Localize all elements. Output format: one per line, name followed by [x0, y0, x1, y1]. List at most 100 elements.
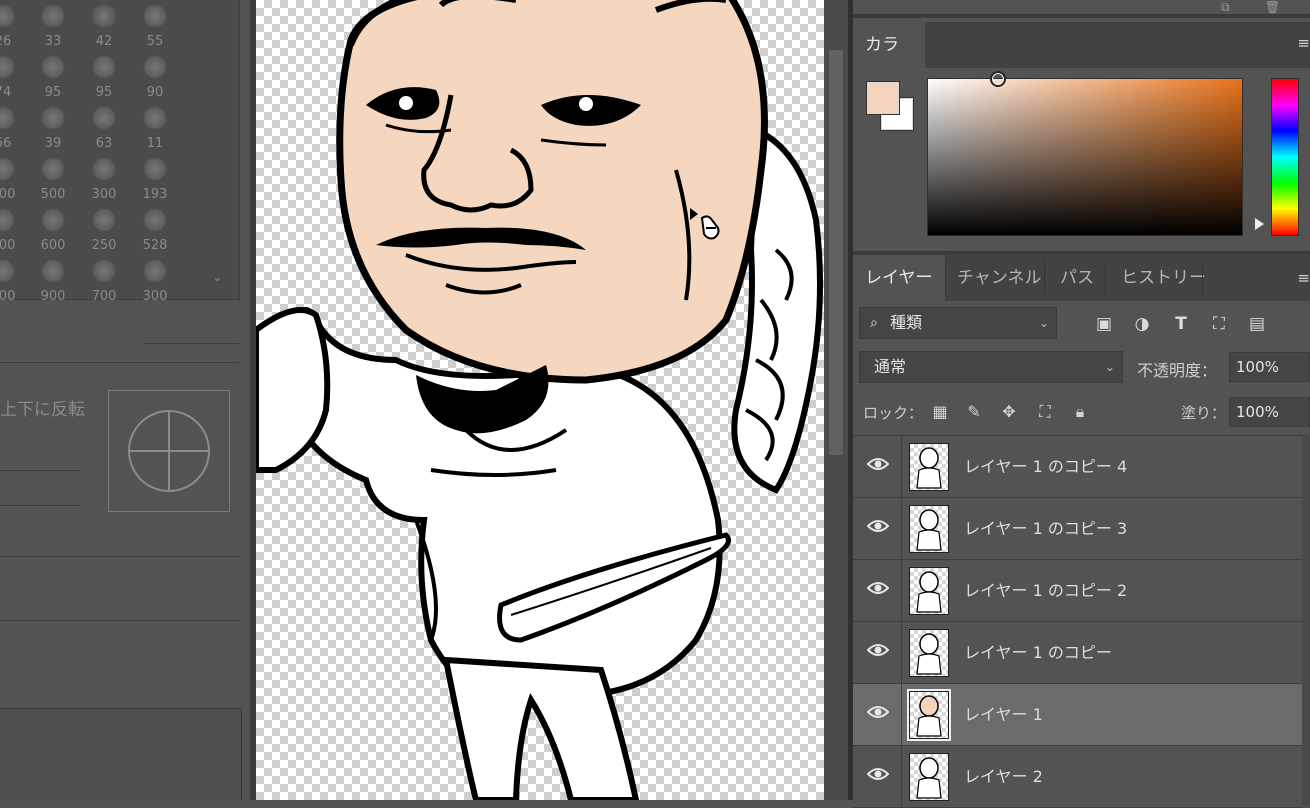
layer-row[interactable]: レイヤー 1	[853, 684, 1302, 746]
opacity-field[interactable]: 100%	[1229, 352, 1310, 382]
tab-color[interactable]: カラー	[853, 22, 925, 101]
brush-preset[interactable]: 63	[79, 102, 129, 153]
adjustment-filter-icon[interactable]: ◑	[1129, 311, 1155, 337]
layer-thumbnail[interactable]	[909, 753, 949, 801]
color-picker-handle[interactable]	[990, 71, 1006, 87]
brush-preset[interactable]: 600	[0, 204, 28, 255]
brush-size-label: 63	[95, 136, 113, 151]
layer-thumbnail[interactable]	[909, 443, 949, 491]
brush-angle-roundness-widget[interactable]	[108, 390, 230, 512]
brush-preset[interactable]: 90	[130, 51, 180, 102]
brush-preset[interactable]: 95	[28, 51, 78, 102]
tab-layers[interactable]: レイヤー	[853, 255, 945, 301]
eye-icon[interactable]	[867, 518, 889, 538]
lock-transparent-pixels-icon[interactable]: ▦	[929, 401, 951, 423]
chevron-down-icon: ⌄	[1038, 316, 1049, 330]
brush-size-label: 39	[44, 136, 62, 151]
brush-size-label: 600	[40, 238, 66, 253]
layer-thumbnail[interactable]	[909, 567, 949, 615]
brush-preset[interactable]: 11	[130, 102, 180, 153]
brush-grid-scroll-arrow[interactable]: ⌄	[212, 270, 223, 285]
brush-preset[interactable]: 528	[130, 204, 180, 255]
brush-preset[interactable]: 100	[0, 153, 28, 204]
color-panel: カラー ≡	[853, 22, 1310, 247]
layer-filter-select[interactable]: ⌕ 種類 ⌄	[859, 307, 1057, 339]
layer-name[interactable]: レイヤー 1 のコピー	[964, 622, 1112, 684]
brush-preset[interactable]: 250	[79, 204, 129, 255]
brush-tip-icon	[41, 259, 65, 283]
layers-panel-menu-icon[interactable]: ≡	[1297, 269, 1310, 287]
brush-size-label: 300	[142, 289, 168, 304]
layer-row[interactable]: レイヤー 1 のコピー 3	[853, 498, 1302, 560]
brush-preset[interactable]: 74	[0, 51, 28, 102]
smart-object-filter-icon[interactable]: ▤	[1244, 311, 1270, 337]
brush-preset[interactable]: 66	[0, 102, 28, 153]
layer-name[interactable]: レイヤー 1 のコピー 2	[964, 560, 1127, 622]
brush-preset[interactable]: 33	[28, 0, 78, 51]
brush-preset[interactable]: 300	[79, 153, 129, 204]
brush-preset[interactable]: 26	[0, 0, 28, 51]
tab-channels[interactable]: チャンネル	[945, 255, 1054, 301]
lock-position-icon[interactable]: ✥	[998, 401, 1020, 423]
layer-filter-label: 種類	[890, 313, 923, 332]
scrollbar-thumb[interactable]	[829, 50, 843, 455]
layer-thumbnail[interactable]	[909, 629, 949, 677]
brush-tip-icon	[143, 208, 167, 232]
color-panel-menu-icon[interactable]: ≡	[1297, 34, 1310, 52]
eye-icon[interactable]	[867, 766, 889, 786]
layer-thumbnail[interactable]	[909, 691, 949, 739]
fill-field[interactable]: 100%	[1229, 397, 1310, 427]
layer-name[interactable]: レイヤー 2	[964, 746, 1043, 808]
brush-preset[interactable]: 300	[130, 255, 180, 306]
divider	[901, 498, 902, 560]
brush-preset[interactable]: 700	[79, 255, 129, 306]
lock-label: ロック：	[863, 404, 924, 422]
trash-icon[interactable]: 🗑	[1265, 0, 1280, 14]
eye-icon[interactable]	[867, 642, 889, 662]
hue-slider-arrow[interactable]	[1255, 218, 1264, 230]
brush-preset[interactable]: 42	[79, 0, 129, 51]
lock-image-pixels-icon[interactable]: ✎	[963, 401, 985, 423]
brush-preset[interactable]: 600	[28, 204, 78, 255]
blend-mode-select[interactable]: 通常 ⌄	[859, 351, 1123, 383]
eye-icon[interactable]	[867, 704, 889, 724]
eye-icon[interactable]	[867, 456, 889, 476]
brush-tip-icon	[143, 157, 167, 181]
color-field[interactable]	[927, 71, 1243, 236]
opacity-label: 不透明度：	[1137, 361, 1218, 380]
new-panel-icon[interactable]: ⧉	[1221, 0, 1230, 15]
layer-row[interactable]: レイヤー 1 のコピー	[853, 622, 1302, 684]
layer-row[interactable]: レイヤー 1 のコピー 4	[853, 436, 1302, 498]
layer-list-scrollbar[interactable]	[1302, 435, 1310, 805]
eye-icon[interactable]	[867, 580, 889, 600]
lock-all-icon[interactable]: 🔒︎	[1069, 401, 1091, 423]
foreground-color-swatch[interactable]	[867, 82, 899, 114]
image-filter-icon[interactable]: ▣	[1091, 311, 1117, 337]
brush-preset[interactable]: 900	[0, 255, 28, 306]
flip-vertical-label[interactable]: 上下に反転	[0, 395, 85, 420]
brush-preset-grid: 26 33 42 55 74 95 95 90 66 39 63 11 100 500 300 193 600 6…	[0, 0, 240, 304]
lock-artboard-icon[interactable]: ⛶	[1034, 401, 1056, 423]
type-filter-icon[interactable]: T	[1168, 311, 1194, 337]
brush-size-label: 95	[44, 85, 62, 100]
divider	[1105, 261, 1106, 295]
brush-preset[interactable]: 500	[28, 153, 78, 204]
tab-paths[interactable]: パス	[1048, 255, 1106, 301]
brush-preset[interactable]: 193	[130, 153, 180, 204]
brush-size-label: 500	[40, 187, 66, 202]
brush-preset[interactable]: 39	[28, 102, 78, 153]
layer-name[interactable]: レイヤー 1	[964, 684, 1043, 746]
layer-name[interactable]: レイヤー 1 のコピー 3	[964, 498, 1127, 560]
brush-preset[interactable]: 55	[130, 0, 180, 51]
brush-preset[interactable]: 900	[28, 255, 78, 306]
brush-preset[interactable]: 95	[79, 51, 129, 102]
layer-row[interactable]: レイヤー 1 のコピー 2	[853, 560, 1302, 622]
hue-slider[interactable]	[1271, 78, 1299, 236]
divider	[901, 622, 902, 684]
layer-thumbnail[interactable]	[909, 505, 949, 553]
shape-filter-icon[interactable]: ⛶	[1206, 311, 1232, 337]
document-canvas[interactable]	[256, 0, 824, 800]
layer-name[interactable]: レイヤー 1 のコピー 4	[964, 436, 1127, 498]
color-panel-tabbar: カラー ≡	[853, 22, 1310, 101]
layer-row[interactable]: レイヤー 2	[853, 746, 1302, 808]
